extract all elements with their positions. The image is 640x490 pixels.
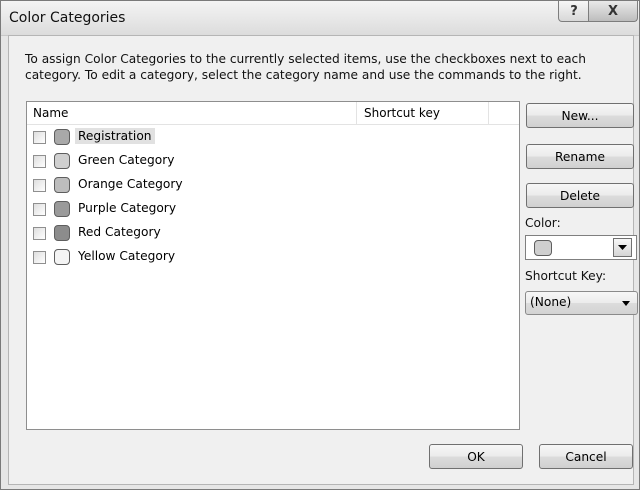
color-picker-swatch [534,240,552,256]
category-name[interactable]: Yellow Category [75,248,178,264]
help-button[interactable]: ? [558,1,590,22]
category-checkbox[interactable] [33,227,46,240]
color-categories-dialog: Color Categories ? X To assign Color Cat… [0,0,640,490]
chevron-down-icon [622,301,630,306]
close-icon: X [607,3,619,19]
category-color-swatch [54,225,70,241]
category-name[interactable]: Orange Category [75,176,186,192]
delete-button[interactable]: Delete [526,183,634,208]
category-color-swatch [54,201,70,217]
new-button[interactable]: New... [526,103,634,128]
category-color-swatch [54,129,70,145]
category-checkbox[interactable] [33,251,46,264]
help-icon: ? [570,3,578,19]
category-row[interactable]: Registration [27,125,519,149]
column-header-shortcut[interactable]: Shortcut key [364,106,440,120]
category-name[interactable]: Purple Category [75,200,179,216]
category-name[interactable]: Registration [75,128,155,144]
category-row[interactable]: Purple Category [27,197,519,221]
category-name[interactable]: Green Category [75,152,177,168]
color-picker[interactable] [525,235,637,260]
category-color-swatch [54,177,70,193]
category-checkbox[interactable] [33,179,46,192]
close-button[interactable]: X [588,1,638,22]
column-header-name[interactable]: Name [33,106,68,120]
category-color-swatch [54,153,70,169]
category-checkbox[interactable] [33,131,46,144]
category-checkbox[interactable] [33,203,46,216]
category-name[interactable]: Red Category [75,224,164,240]
column-divider[interactable] [488,102,489,124]
instructions-text: To assign Color Categories to the curren… [25,52,586,82]
category-checkbox[interactable] [33,155,46,168]
category-list[interactable]: Name Shortcut key Registration Green Cat… [26,101,520,430]
title-bar[interactable]: Color Categories ? X [1,1,639,36]
category-row[interactable]: Green Category [27,149,519,173]
color-dropdown-button[interactable] [613,238,632,257]
category-row[interactable]: Red Category [27,221,519,245]
chevron-down-icon [618,244,627,250]
window-title: Color Categories [9,10,126,26]
dialog-body: To assign Color Categories to the curren… [8,35,638,485]
shortcut-key-value: (None) [530,295,572,309]
cancel-button[interactable]: Cancel [539,444,633,469]
category-color-swatch [54,249,70,265]
shortcut-key-label: Shortcut Key: [525,269,607,283]
shortcut-key-select[interactable]: (None) [525,291,638,315]
ok-button[interactable]: OK [429,444,523,469]
category-row[interactable]: Orange Category [27,173,519,197]
list-header: Name Shortcut key [27,102,519,125]
category-row[interactable]: Yellow Category [27,245,519,269]
column-divider[interactable] [356,102,357,124]
color-label: Color: [525,216,561,230]
rename-button[interactable]: Rename [526,144,634,169]
